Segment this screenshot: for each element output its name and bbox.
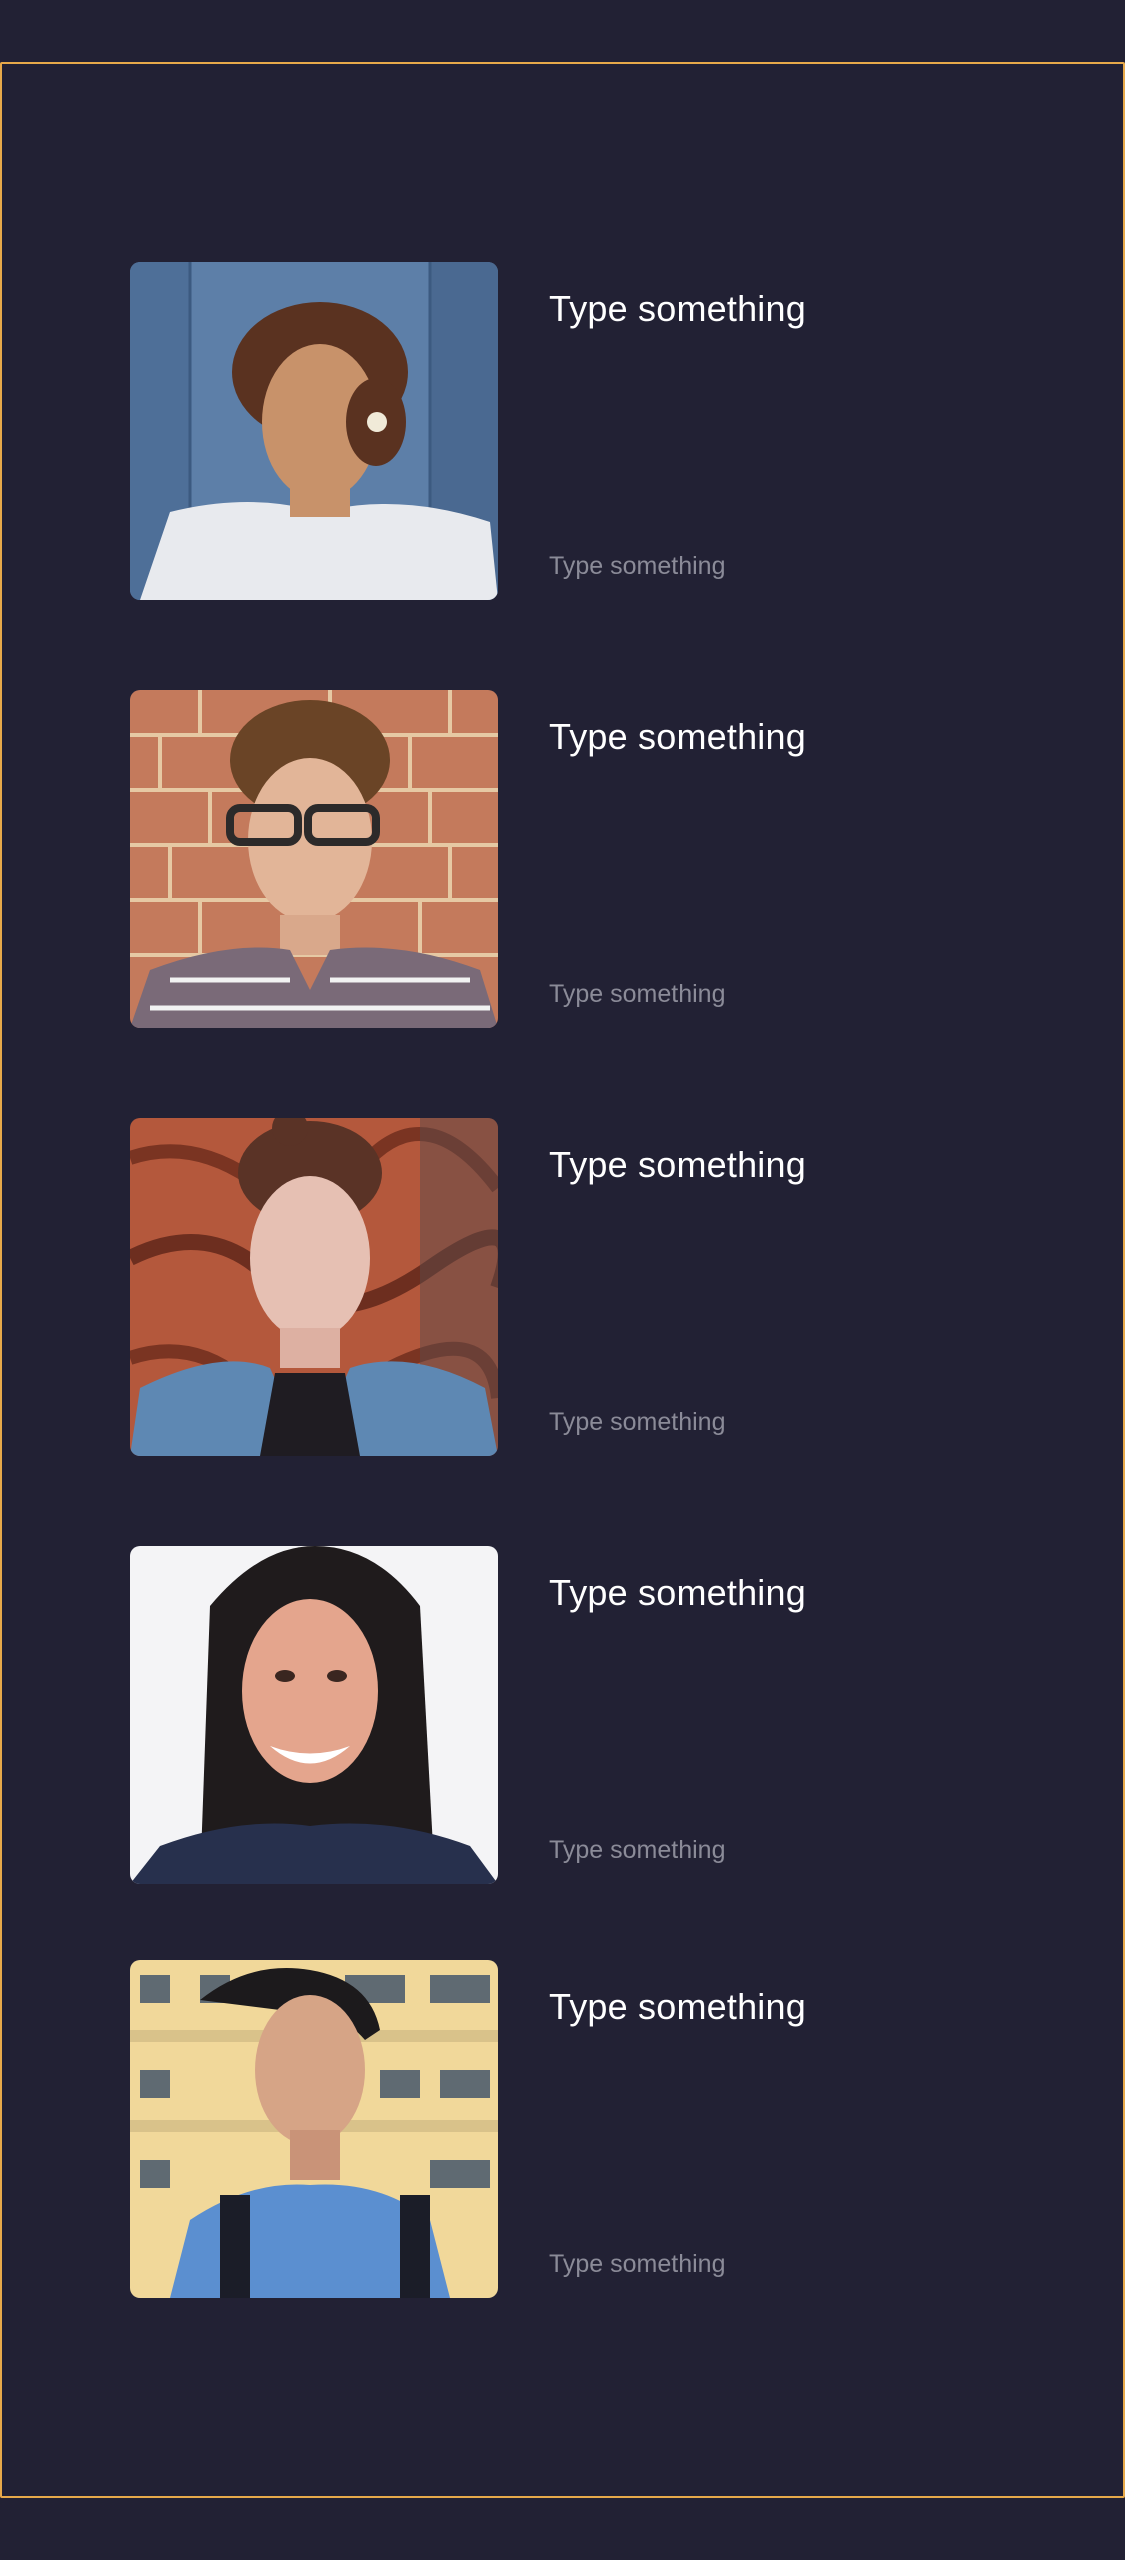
card-subtitle[interactable]: Type something bbox=[549, 1408, 726, 1437]
card-title[interactable]: Type something bbox=[549, 1572, 806, 1614]
card-title[interactable]: Type something bbox=[549, 1986, 806, 2028]
card-title[interactable]: Type something bbox=[549, 716, 806, 758]
profile-photo bbox=[130, 1546, 498, 1884]
profile-card[interactable]: Type something Type something bbox=[130, 1118, 990, 1456]
card-title[interactable]: Type something bbox=[549, 288, 806, 330]
card-subtitle[interactable]: Type something bbox=[549, 980, 726, 1009]
card-subtitle[interactable]: Type something bbox=[549, 552, 726, 581]
card-subtitle[interactable]: Type something bbox=[549, 2250, 726, 2279]
card-subtitle[interactable]: Type something bbox=[549, 1836, 726, 1865]
profile-card[interactable]: Type something Type something bbox=[130, 262, 990, 600]
profile-card[interactable]: Type something Type something bbox=[130, 1960, 990, 2298]
card-title[interactable]: Type something bbox=[549, 1144, 806, 1186]
profile-card[interactable]: Type something Type something bbox=[130, 1546, 990, 1884]
profile-photo bbox=[130, 1118, 498, 1456]
profile-photo bbox=[130, 690, 498, 1028]
profile-photo bbox=[130, 262, 498, 600]
profile-card[interactable]: Type something Type something bbox=[130, 690, 990, 1028]
profile-photo bbox=[130, 1960, 498, 2298]
